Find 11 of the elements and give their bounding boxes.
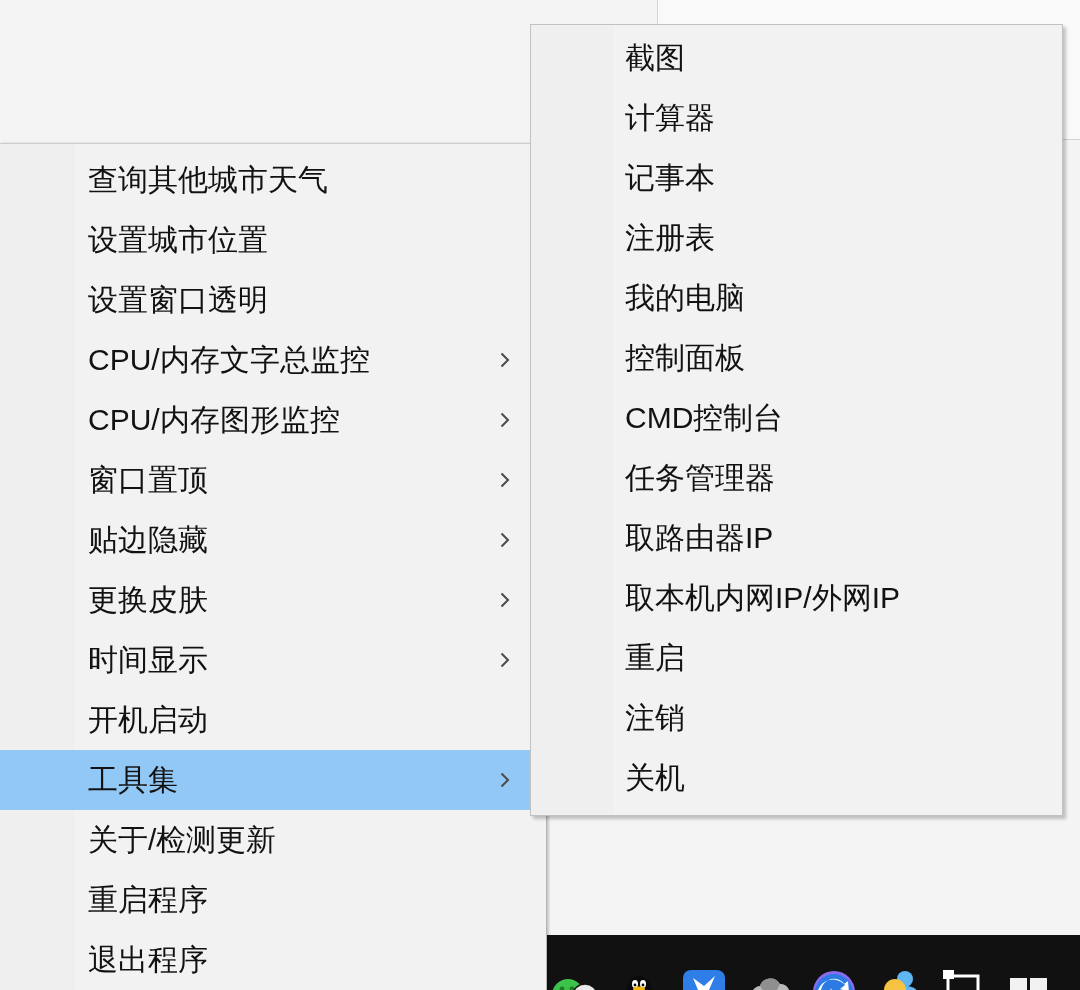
- menu-item[interactable]: 计算器: [531, 88, 1062, 148]
- menu-item[interactable]: 我的电脑: [531, 268, 1062, 328]
- circle-arrow-icon[interactable]: [811, 968, 857, 990]
- menu-item[interactable]: 关于/检测更新: [0, 810, 546, 870]
- menu-item[interactable]: 重启程序: [0, 870, 546, 930]
- menu-item[interactable]: 退出程序: [0, 930, 546, 990]
- menu-item[interactable]: 注销: [531, 688, 1062, 748]
- menu-item[interactable]: 截图: [531, 28, 1062, 88]
- menu-item[interactable]: 记事本: [531, 148, 1062, 208]
- menu-item[interactable]: 注册表: [531, 208, 1062, 268]
- bird-tile-icon[interactable]: [681, 968, 727, 990]
